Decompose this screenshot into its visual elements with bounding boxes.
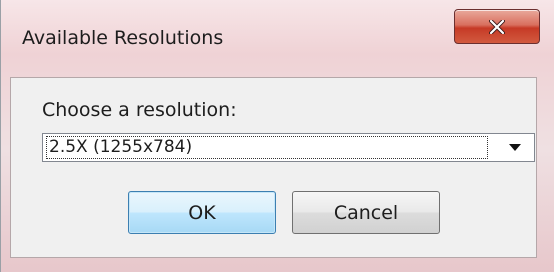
close-x-icon (489, 19, 505, 34)
title-bar[interactable]: Available Resolutions (1, 0, 554, 76)
dropdown-arrow-icon[interactable] (500, 138, 530, 157)
resolution-select[interactable]: 2.5X (1255x784) (42, 133, 535, 162)
close-button[interactable] (454, 9, 540, 44)
resolution-select-value: 2.5X (1255x784) (46, 136, 488, 159)
cancel-button[interactable]: Cancel (292, 191, 440, 234)
dialog-body: Choose a resolution: 2.5X (1255x784) OK … (10, 77, 537, 258)
ok-button[interactable]: OK (128, 191, 276, 234)
window-title: Available Resolutions (22, 27, 224, 49)
dialog-window: Available Resolutions Choose a resolutio… (0, 0, 554, 272)
resolution-prompt-label: Choose a resolution: (42, 99, 237, 121)
